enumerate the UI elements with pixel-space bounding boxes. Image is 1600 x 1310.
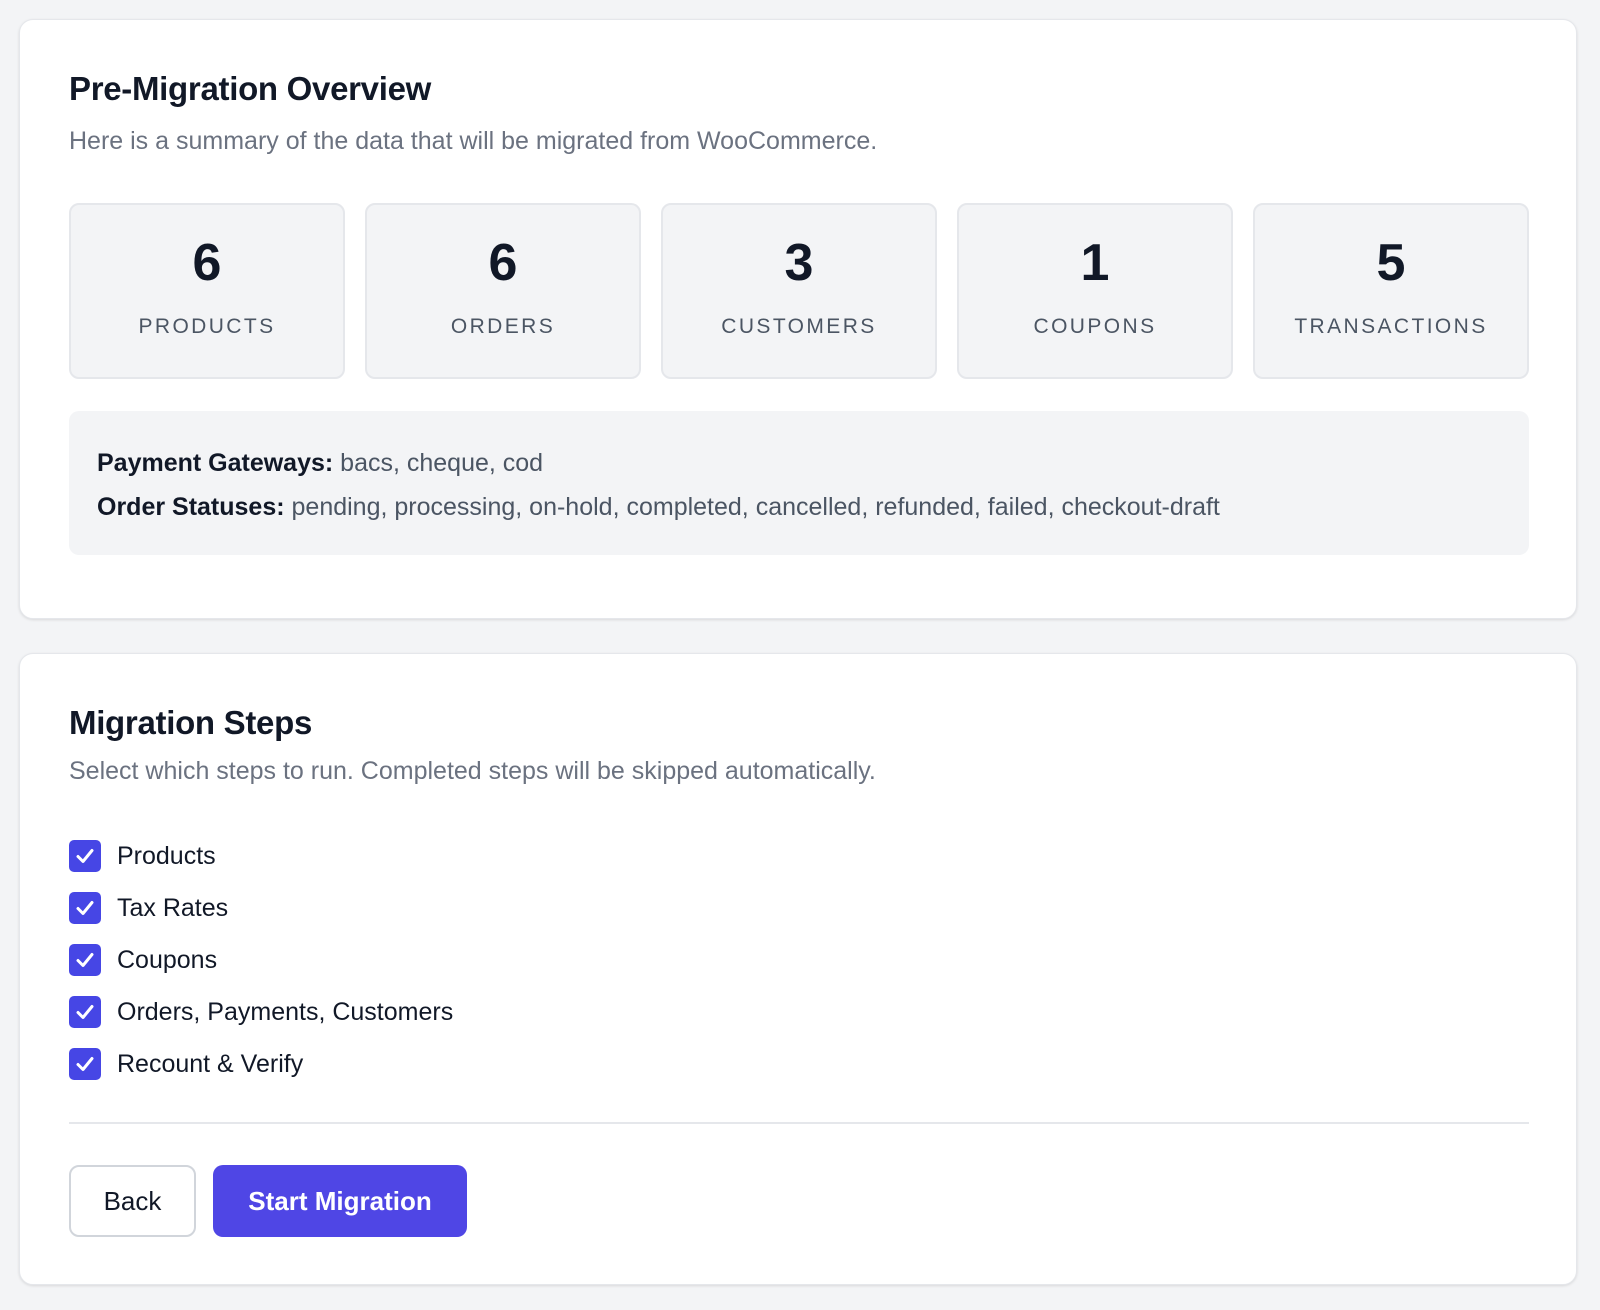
checkmark-icon (76, 1057, 94, 1071)
stat-products: 6 PRODUCTS (69, 203, 345, 379)
step-label: Products (117, 841, 216, 870)
checkbox-checked[interactable] (69, 840, 101, 872)
stat-label: TRANSACTIONS (1294, 315, 1488, 338)
order-statuses-row: Order Statuses: pending, processing, on-… (97, 485, 1501, 529)
order-statuses-label: Order Statuses: (97, 493, 285, 521)
stat-label: PRODUCTS (138, 315, 276, 338)
checkmark-icon (76, 1005, 94, 1019)
stat-orders: 6 ORDERS (365, 203, 641, 379)
step-label: Orders, Payments, Customers (117, 997, 454, 1026)
stat-label: ORDERS (450, 315, 556, 338)
step-label: Tax Rates (117, 893, 229, 922)
stat-label: COUPONS (1033, 315, 1157, 338)
step-item-orders-payments-customers[interactable]: Orders, Payments, Customers (69, 986, 453, 1038)
stat-transactions: 5 TRANSACTIONS (1253, 203, 1529, 379)
stat-coupons: 1 COUPONS (957, 203, 1233, 379)
checkbox-checked[interactable] (69, 944, 101, 976)
step-item-tax-rates[interactable]: Tax Rates (69, 882, 453, 934)
stat-customers: 3 CUSTOMERS (661, 203, 937, 379)
stat-label: CUSTOMERS (721, 315, 877, 338)
checkbox-checked[interactable] (69, 1048, 101, 1080)
steps-title: Migration Steps (69, 704, 313, 741)
steps-description: Select which steps to run. Completed ste… (69, 757, 876, 785)
overview-title: Pre-Migration Overview (69, 70, 432, 107)
overview-description: Here is a summary of the data that will … (69, 127, 878, 155)
stat-value: 5 (1376, 234, 1406, 292)
back-button[interactable]: Back (69, 1165, 196, 1237)
step-label: Recount & Verify (117, 1049, 304, 1078)
checkbox-checked[interactable] (69, 996, 101, 1028)
stat-value: 6 (488, 234, 518, 292)
stat-value: 6 (192, 234, 222, 292)
step-item-products[interactable]: Products (69, 830, 453, 882)
step-checklist: Products Tax Rates Coupons Orders, Payme… (69, 830, 453, 1090)
checkmark-icon (76, 901, 94, 915)
divider (69, 1122, 1529, 1124)
checkbox-checked[interactable] (69, 892, 101, 924)
stat-value: 1 (1080, 234, 1110, 292)
step-item-recount-verify[interactable]: Recount & Verify (69, 1038, 453, 1090)
migration-steps-card: Migration Steps Select which steps to ru… (19, 653, 1577, 1285)
payment-gateways-label: Payment Gateways: (97, 449, 334, 477)
pre-migration-overview-card: Pre-Migration Overview Here is a summary… (19, 19, 1577, 619)
checkmark-icon (76, 849, 94, 863)
start-migration-button[interactable]: Start Migration (213, 1165, 467, 1237)
migration-details-box: Payment Gateways: bacs, cheque, cod Orde… (69, 411, 1529, 555)
checkmark-icon (76, 953, 94, 967)
payment-gateways-row: Payment Gateways: bacs, cheque, cod (97, 441, 1501, 485)
payment-gateways-value: bacs, cheque, cod (340, 449, 544, 477)
order-statuses-value: pending, processing, on-hold, completed,… (291, 493, 1220, 521)
step-item-coupons[interactable]: Coupons (69, 934, 453, 986)
stats-grid: 6 PRODUCTS 6 ORDERS 3 CUSTOMERS 1 COUPON… (69, 203, 1529, 379)
step-label: Coupons (117, 945, 218, 974)
stat-value: 3 (784, 234, 814, 292)
